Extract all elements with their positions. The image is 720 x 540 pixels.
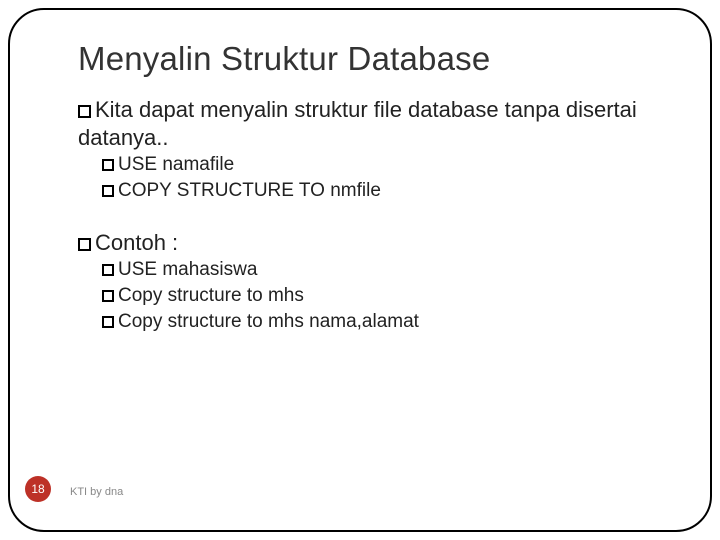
bullet-text: Copy structure to mhs nama,alamat: [118, 311, 419, 332]
bullet-lvl2: COPY STRUCTURE TO nmfile: [102, 179, 680, 203]
slide-title: Menyalin Struktur Database: [78, 40, 680, 78]
square-bullet-icon: [102, 316, 114, 328]
square-bullet-icon: [102, 159, 114, 171]
square-bullet-icon: [102, 185, 114, 197]
page-number-badge: 18: [25, 476, 51, 502]
bullet-text: USE mahasiswa: [118, 259, 257, 280]
bullet-lvl2: Copy structure to mhs: [102, 284, 680, 308]
bullet-text: COPY STRUCTURE TO nmfile: [118, 180, 381, 201]
square-bullet-icon: [102, 264, 114, 276]
square-bullet-icon: [78, 105, 91, 118]
slide-content: Menyalin Struktur Database Kita dapat me…: [78, 40, 680, 335]
bullet-text: USE namafile: [118, 154, 234, 175]
bullet-lvl1: Kita dapat menyalin struktur file databa…: [78, 96, 680, 151]
bullet-text: Kita dapat menyalin struktur file databa…: [78, 97, 637, 150]
bullet-lvl2: USE mahasiswa: [102, 258, 680, 282]
bullet-text: Contoh :: [95, 230, 178, 255]
footer-text: KTI by dna: [70, 486, 123, 498]
slide: Menyalin Struktur Database Kita dapat me…: [0, 0, 720, 540]
square-bullet-icon: [102, 290, 114, 302]
bullet-text: Copy structure to mhs: [118, 285, 304, 306]
square-bullet-icon: [78, 238, 91, 251]
bullet-lvl2: Copy structure to mhs nama,alamat: [102, 310, 680, 334]
bullet-lvl1: Contoh :: [78, 229, 680, 257]
bullet-lvl2: USE namafile: [102, 153, 680, 177]
spacer: [78, 205, 680, 225]
